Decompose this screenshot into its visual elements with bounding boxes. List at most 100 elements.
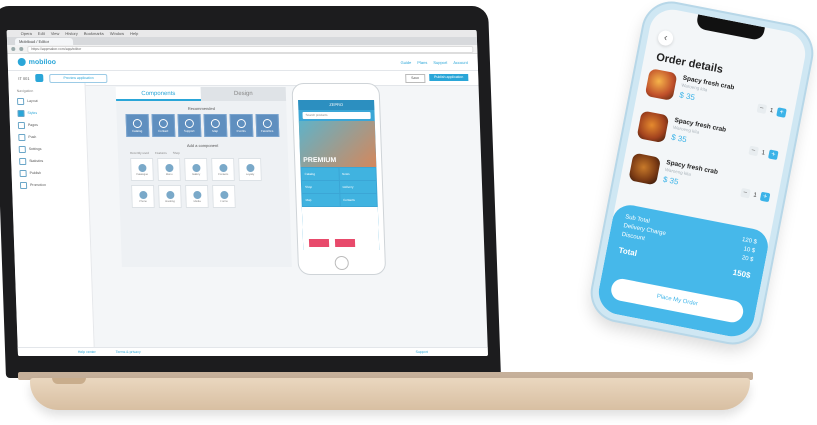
header-link[interactable]: Support bbox=[433, 60, 447, 65]
laptop-screen: Opera Edit View History Bookmarks Window… bbox=[6, 30, 489, 356]
home-button-icon bbox=[334, 256, 349, 270]
summary-label: Discount bbox=[621, 231, 646, 243]
publish-icon bbox=[19, 169, 27, 177]
save-button[interactable]: Save bbox=[404, 73, 426, 83]
menu-item[interactable]: View bbox=[51, 31, 60, 36]
tile[interactable]: Contact bbox=[151, 114, 175, 137]
component-tile[interactable]: Menu bbox=[157, 158, 181, 181]
phone-icon bbox=[158, 118, 168, 128]
filter-option[interactable]: Shop bbox=[173, 151, 180, 155]
publish-button[interactable]: Publish application bbox=[428, 73, 469, 81]
chevron-left-icon[interactable]: ‹ bbox=[656, 29, 675, 47]
plus-button[interactable]: + bbox=[768, 149, 779, 161]
food-image bbox=[628, 152, 662, 186]
sidebar-item[interactable]: Layout bbox=[9, 95, 85, 107]
sidebar-item-active[interactable]: Styles bbox=[9, 107, 85, 119]
menu-item[interactable]: Window bbox=[110, 31, 124, 36]
preview-cell[interactable]: Delivery bbox=[339, 181, 377, 193]
preview-search[interactable]: Search products bbox=[302, 112, 371, 119]
stats-icon bbox=[19, 157, 27, 165]
phone-icon[interactable] bbox=[35, 74, 44, 82]
sidebar-item[interactable]: Pages bbox=[10, 119, 86, 131]
sidebar-item-label: Layout bbox=[27, 99, 38, 103]
sidebar-item[interactable]: Promotion bbox=[12, 179, 88, 191]
quantity-value: 1 bbox=[761, 149, 766, 157]
plus-button[interactable]: + bbox=[776, 107, 787, 118]
settings-icon bbox=[18, 145, 26, 153]
preview-cell[interactable]: Contacts bbox=[339, 194, 377, 206]
push-icon bbox=[18, 133, 26, 141]
component-grid: Catalogue Menu Gallery Contacts Loyalty … bbox=[118, 158, 290, 208]
menu-item[interactable]: History bbox=[65, 31, 78, 36]
filter-option[interactable]: Features bbox=[155, 151, 167, 155]
preview-button[interactable]: Preview application bbox=[49, 73, 108, 83]
menu-item[interactable]: Edit bbox=[38, 31, 45, 36]
preview-cell[interactable]: Map bbox=[302, 194, 340, 206]
component-icon bbox=[165, 190, 174, 199]
preview-button[interactable] bbox=[334, 239, 356, 247]
filter-option[interactable]: Recently used bbox=[130, 151, 149, 155]
component-tile[interactable]: Forms bbox=[212, 185, 236, 208]
footer-link[interactable]: Terms & privacy bbox=[116, 350, 141, 354]
component-tile[interactable]: Catalogue bbox=[130, 158, 154, 181]
preview-cell[interactable]: Catalog bbox=[301, 168, 339, 180]
menu-item[interactable]: Bookmarks bbox=[84, 31, 104, 36]
add-component-title: Add a component bbox=[186, 143, 219, 148]
sidebar-item[interactable]: Settings bbox=[11, 143, 87, 155]
component-tile[interactable]: Loyalty bbox=[238, 158, 262, 181]
minus-button[interactable]: − bbox=[739, 187, 751, 199]
header-link[interactable]: Guide bbox=[400, 60, 411, 65]
tile[interactable]: Favorites bbox=[255, 114, 279, 137]
footer-link[interactable]: Help center bbox=[78, 350, 96, 354]
component-label: Loyalty bbox=[245, 172, 255, 176]
back-icon[interactable] bbox=[11, 47, 16, 51]
tile[interactable]: Map bbox=[203, 114, 227, 137]
tile[interactable]: Support bbox=[177, 114, 201, 137]
component-tile[interactable]: Media bbox=[185, 185, 209, 208]
tile[interactable]: Events bbox=[229, 114, 253, 137]
component-tile[interactable]: Gallery bbox=[184, 158, 208, 181]
sidebar: Navigation Layout Styles Pages Push Sett… bbox=[8, 83, 96, 356]
component-icon bbox=[164, 163, 174, 172]
tab-components[interactable]: Components bbox=[115, 87, 202, 101]
styles-icon bbox=[17, 109, 25, 117]
header-link[interactable]: Account bbox=[453, 60, 468, 65]
os-menubar: Opera Edit View History Bookmarks Window… bbox=[6, 30, 477, 37]
preview-title: ZEPRO bbox=[298, 100, 375, 110]
url-field[interactable]: https://appmaker.com/app/editor bbox=[27, 45, 474, 53]
quantity-value: 1 bbox=[769, 107, 774, 114]
plus-button[interactable]: + bbox=[759, 191, 771, 203]
laptop-base bbox=[30, 378, 750, 410]
tab-design[interactable]: Design bbox=[200, 87, 287, 101]
preview-phone: ZEPRO Search products PREMIUM Catalog Ne… bbox=[291, 83, 387, 275]
browser-tabbar: Mobiloud / Editor bbox=[6, 37, 478, 45]
events-icon bbox=[236, 118, 246, 128]
forward-icon[interactable] bbox=[19, 47, 24, 51]
tile[interactable]: Catalog bbox=[125, 114, 149, 137]
component-tile[interactable]: Phone bbox=[131, 185, 155, 208]
preview-cell[interactable]: News bbox=[338, 168, 376, 180]
sidebar-item[interactable]: Push bbox=[10, 131, 86, 143]
component-label: Phone bbox=[139, 199, 147, 203]
browser-tab[interactable]: Mobiloud / Editor bbox=[14, 38, 74, 45]
header-link[interactable]: Plans bbox=[417, 60, 427, 65]
footer-link[interactable]: Support bbox=[416, 350, 428, 354]
menu-item[interactable]: Opera bbox=[21, 31, 32, 36]
component-icon bbox=[137, 163, 147, 172]
sidebar-item[interactable]: Statistics bbox=[11, 155, 87, 167]
catalog-icon bbox=[132, 118, 142, 128]
app-logo[interactable]: mobiloo bbox=[17, 58, 56, 66]
preview-cell[interactable]: Shop bbox=[301, 181, 339, 193]
minus-button[interactable]: − bbox=[748, 145, 759, 157]
minus-button[interactable]: − bbox=[756, 103, 767, 114]
preview-hero: PREMIUM bbox=[298, 121, 377, 167]
preview-button[interactable] bbox=[308, 239, 330, 247]
total-value: 150$ bbox=[731, 267, 752, 281]
tile-label: Catalog bbox=[131, 128, 143, 133]
component-tile[interactable]: Contacts bbox=[211, 158, 235, 181]
menu-item[interactable]: Help bbox=[130, 31, 138, 36]
component-tile[interactable]: Booking bbox=[158, 185, 182, 208]
sidebar-item-label: Publish bbox=[29, 171, 42, 175]
component-label: Catalogue bbox=[136, 172, 149, 176]
sidebar-item[interactable]: Publish bbox=[11, 167, 87, 179]
